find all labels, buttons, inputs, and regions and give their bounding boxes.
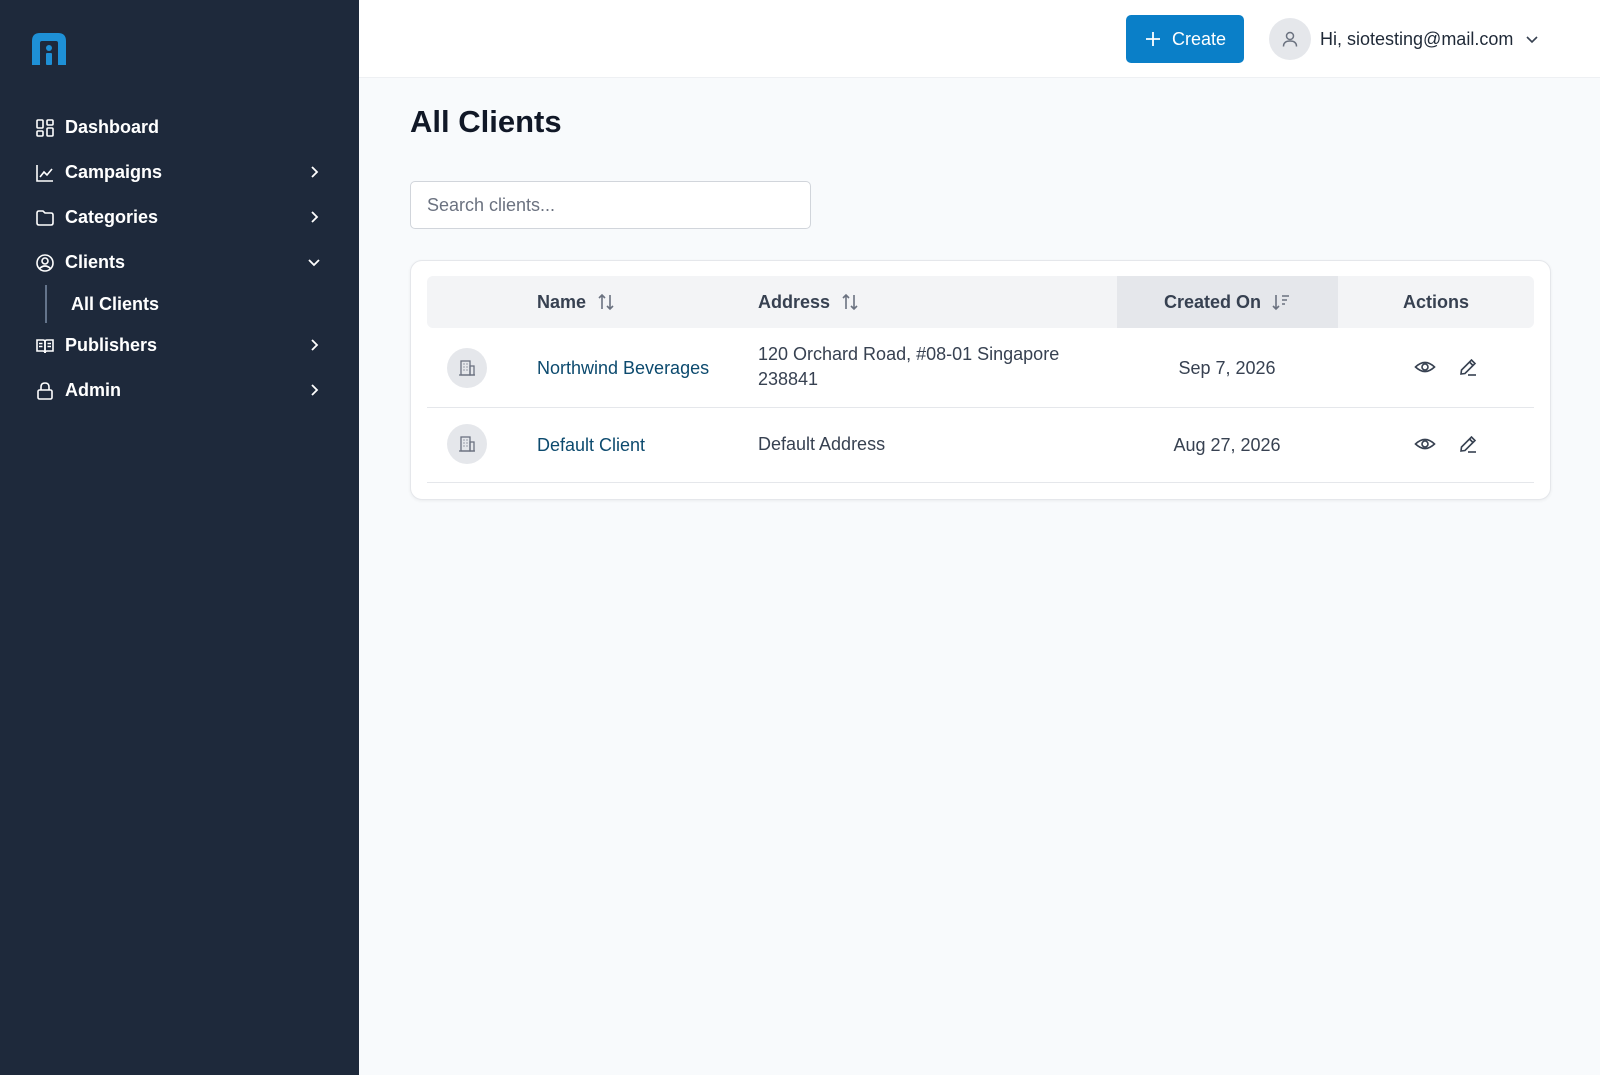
clients-table: Name Address Created On Actions Northwin… <box>410 260 1551 500</box>
table-row: Northwind Beverages 120 Orchard Road, #0… <box>427 328 1534 408</box>
building-icon <box>459 436 475 452</box>
table-row: Default Client Default Address Aug 27, 2… <box>427 408 1534 483</box>
sidebar-item-label: Dashboard <box>65 117 160 137</box>
sidebar-item-label: Categories <box>65 207 159 227</box>
client-created-on: Sep 7, 2026 <box>1178 358 1276 378</box>
user-icon <box>1282 31 1298 47</box>
chevron-down-icon <box>1526 36 1538 44</box>
sidebar-item-label: Campaigns <box>65 162 163 182</box>
view-button[interactable] <box>1413 355 1437 379</box>
folder-icon <box>35 208 55 228</box>
chart-line-icon <box>35 163 55 183</box>
chevron-right-icon <box>311 384 319 396</box>
sidebar-item-admin[interactable]: Admin <box>0 368 359 413</box>
view-button[interactable] <box>1413 432 1437 456</box>
column-header-name[interactable]: Name <box>537 276 616 328</box>
user-menu[interactable]: Hi, siotesting@mail.com <box>1269 18 1541 60</box>
sidebar-item-label: Publishers <box>65 335 158 355</box>
search-input[interactable] <box>410 181 811 229</box>
sidebar-subitem-all-clients[interactable]: All Clients <box>45 285 359 323</box>
dashboard-icon <box>35 118 55 138</box>
sidebar-item-label: Admin <box>65 380 121 400</box>
column-label: Name <box>537 291 587 312</box>
eye-icon <box>1414 361 1436 373</box>
chevron-down-icon <box>308 259 320 267</box>
address-line: 238841 <box>758 369 819 389</box>
user-circle-icon <box>35 253 55 273</box>
brand-logo[interactable] <box>30 31 68 67</box>
building-icon <box>459 360 475 376</box>
column-header-created-on[interactable]: Created On <box>1117 276 1338 328</box>
pencil-icon <box>1460 358 1477 376</box>
client-avatar <box>447 348 487 388</box>
avatar <box>1269 18 1311 60</box>
sort-descending-icon[interactable] <box>1271 292 1291 312</box>
sidebar-item-dashboard[interactable]: Dashboard <box>0 105 359 150</box>
user-greeting: Hi, siotesting@mail.com <box>1320 28 1514 49</box>
client-address: 120 Orchard Road, #08-01 Singapore 23884… <box>758 342 1059 392</box>
create-button-label: Create <box>1171 28 1227 49</box>
sidebar-item-categories[interactable]: Categories <box>0 195 359 240</box>
address-line: Default Address <box>758 434 886 454</box>
plus-icon <box>1145 32 1160 46</box>
sidebar: Dashboard Campaigns Categories Clients A… <box>0 0 359 1075</box>
edit-button[interactable] <box>1456 432 1480 456</box>
column-header-address[interactable]: Address <box>758 276 860 328</box>
chevron-right-icon <box>311 339 319 351</box>
column-header-actions: Actions <box>1338 276 1534 328</box>
sidebar-item-campaigns[interactable]: Campaigns <box>0 150 359 195</box>
edit-button[interactable] <box>1456 355 1480 379</box>
create-button[interactable]: Create <box>1126 15 1244 63</box>
table-header: Name Address Created On Actions <box>427 276 1534 328</box>
sort-icon[interactable] <box>840 292 860 312</box>
eye-icon <box>1414 438 1436 450</box>
chevron-right-icon <box>311 166 319 178</box>
column-label: Actions <box>1402 291 1469 312</box>
sort-icon[interactable] <box>596 292 616 312</box>
chevron-right-icon <box>311 211 319 223</box>
client-avatar <box>447 424 487 464</box>
book-open-icon <box>35 336 55 356</box>
sidebar-item-label: Clients <box>65 252 126 272</box>
sidebar-subitem-label: All Clients <box>71 293 160 314</box>
column-label: Created On <box>1163 291 1262 312</box>
sidebar-nav: Dashboard Campaigns Categories Clients A… <box>0 105 359 413</box>
sidebar-item-clients[interactable]: Clients <box>0 240 359 285</box>
client-name-link[interactable]: Default Client <box>537 435 645 456</box>
client-address: Default Address <box>758 432 885 457</box>
sidebar-item-publishers[interactable]: Publishers <box>0 323 359 368</box>
column-label: Address <box>758 291 831 312</box>
lock-icon <box>35 381 55 401</box>
address-line: 120 Orchard Road, #08-01 Singapore <box>758 344 1060 364</box>
client-name-link[interactable]: Northwind Beverages <box>537 358 709 379</box>
client-created-on: Aug 27, 2026 <box>1173 435 1281 455</box>
pencil-icon <box>1460 435 1477 453</box>
page-title: All Clients <box>410 104 562 139</box>
